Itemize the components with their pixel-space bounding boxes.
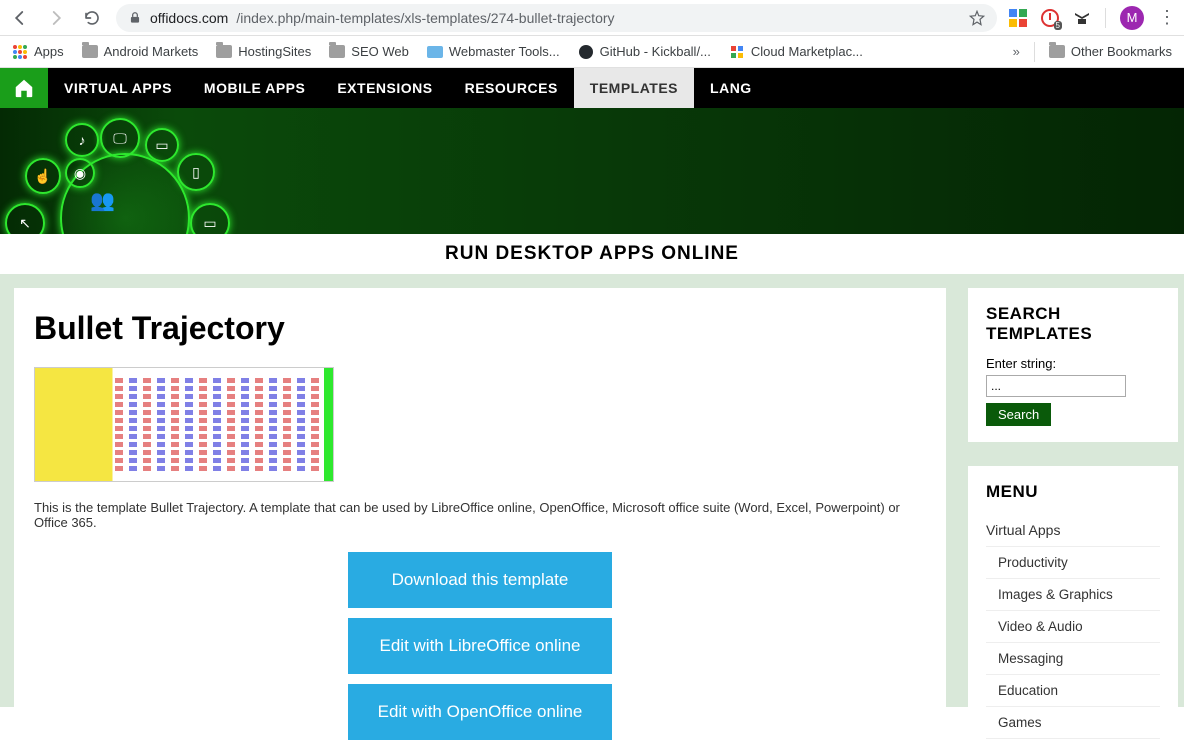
search-label: Enter string:	[986, 356, 1160, 371]
menu-title: MENU	[986, 482, 1160, 502]
menu-card: MENU Virtual Apps Productivity Images & …	[968, 466, 1178, 739]
tagline-bar: RUN DESKTOP APPS ONLINE	[0, 234, 1184, 274]
hero-graphic: ♪ 🖵 ▭ ▯ ☝ ◉ ↖ ▭ 👥	[5, 118, 235, 234]
search-button[interactable]: Search	[986, 403, 1051, 426]
menu-item-messaging[interactable]: Messaging	[986, 643, 1160, 675]
star-icon[interactable]	[969, 10, 985, 26]
template-thumbnail[interactable]	[34, 367, 334, 482]
folder-icon	[216, 45, 232, 58]
site-navigation: VIRTUAL APPS MOBILE APPS EXTENSIONS RESO…	[0, 68, 1184, 108]
url-path: /index.php/main-templates/xls-templates/…	[236, 10, 614, 26]
edit-libreoffice-button[interactable]: Edit with LibreOffice online	[348, 618, 612, 674]
nav-templates[interactable]: TEMPLATES	[574, 68, 694, 108]
folder-icon	[329, 45, 345, 58]
menu-item-video[interactable]: Video & Audio	[986, 611, 1160, 643]
separator	[1034, 42, 1035, 62]
bookmark-item[interactable]: Cloud Marketplac...	[729, 44, 863, 60]
site-icon	[729, 44, 745, 60]
github-icon	[578, 44, 594, 60]
folder-icon	[1049, 45, 1065, 58]
reload-button[interactable]	[80, 6, 104, 30]
bookmark-item[interactable]: SEO Web	[329, 44, 409, 59]
extension-icon-2[interactable]: 5	[1041, 9, 1059, 27]
bookmark-item[interactable]: HostingSites	[216, 44, 311, 59]
menu-list: Virtual Apps Productivity Images & Graph…	[986, 514, 1160, 739]
menu-item-games[interactable]: Games	[986, 707, 1160, 739]
apps-button[interactable]: Apps	[12, 44, 64, 60]
search-input[interactable]	[986, 375, 1126, 397]
extension-icon-1[interactable]	[1009, 9, 1027, 27]
content-area: Bullet Trajectory This is the template B…	[0, 274, 1184, 707]
profile-avatar[interactable]: M	[1120, 6, 1144, 30]
url-domain: offidocs.com	[150, 10, 228, 26]
address-bar[interactable]: offidocs.com/index.php/main-templates/xl…	[116, 4, 997, 32]
menu-item-images[interactable]: Images & Graphics	[986, 579, 1160, 611]
hero-banner: ♪ 🖵 ▭ ▯ ☝ ◉ ↖ ▭ 👥	[0, 108, 1184, 234]
bookmarks-overflow[interactable]: »	[1013, 44, 1020, 59]
tagline-text: RUN DESKTOP APPS ONLINE	[445, 243, 739, 265]
folder-icon	[82, 45, 98, 58]
page-title: Bullet Trajectory	[34, 310, 926, 347]
search-title: SEARCH TEMPLATES	[986, 304, 1160, 344]
forward-button[interactable]	[44, 6, 68, 30]
menu-item-productivity[interactable]: Productivity	[986, 547, 1160, 579]
action-buttons: Download this template Edit with LibreOf…	[34, 552, 926, 740]
edit-openoffice-button[interactable]: Edit with OpenOffice online	[348, 684, 612, 740]
browser-menu-icon[interactable]: ⋮	[1158, 7, 1176, 28]
browser-toolbar: offidocs.com/index.php/main-templates/xl…	[0, 0, 1184, 36]
nav-resources[interactable]: RESOURCES	[449, 68, 574, 108]
back-button[interactable]	[8, 6, 32, 30]
nav-mobile-apps[interactable]: MOBILE APPS	[188, 68, 321, 108]
template-description: This is the template Bullet Trajectory. …	[34, 500, 926, 530]
extension-icons: 5 M ⋮	[1009, 6, 1176, 30]
main-content: Bullet Trajectory This is the template B…	[14, 288, 946, 707]
download-button[interactable]: Download this template	[348, 552, 612, 608]
lock-icon	[128, 11, 142, 25]
search-card: SEARCH TEMPLATES Enter string: Search	[968, 288, 1178, 442]
separator	[1105, 8, 1106, 28]
nav-virtual-apps[interactable]: VIRTUAL APPS	[48, 68, 188, 108]
home-icon	[13, 77, 35, 99]
home-button[interactable]	[0, 68, 48, 108]
sidebar: SEARCH TEMPLATES Enter string: Search ME…	[968, 288, 1178, 707]
nav-lang[interactable]: LANG	[694, 68, 768, 108]
other-bookmarks[interactable]: Other Bookmarks	[1049, 44, 1172, 59]
menu-item-education[interactable]: Education	[986, 675, 1160, 707]
site-icon	[427, 44, 443, 60]
bookmark-item[interactable]: Webmaster Tools...	[427, 44, 560, 60]
bookmark-item[interactable]: Android Markets	[82, 44, 199, 59]
menu-item-virtual-apps[interactable]: Virtual Apps	[986, 514, 1160, 547]
nav-extensions[interactable]: EXTENSIONS	[321, 68, 448, 108]
bookmarks-bar: Apps Android Markets HostingSites SEO We…	[0, 36, 1184, 68]
extension-icon-3[interactable]	[1073, 9, 1091, 27]
bookmark-item[interactable]: GitHub - Kickball/...	[578, 44, 711, 60]
